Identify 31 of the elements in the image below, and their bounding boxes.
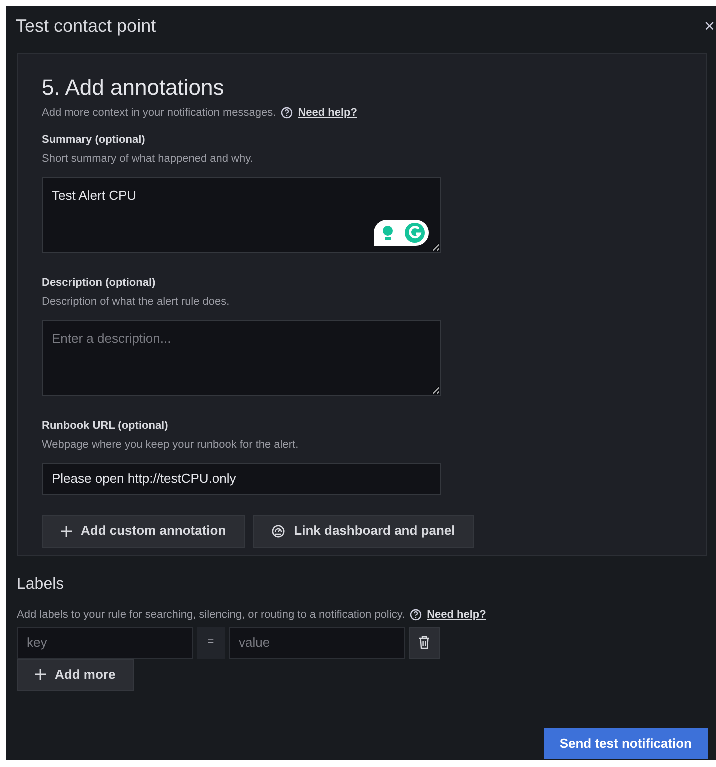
plus-icon <box>35 669 46 680</box>
send-test-notification-button[interactable]: Send test notification <box>544 728 708 759</box>
field-hint: Description of what the alert rule does. <box>42 295 231 310</box>
secondary-button[interactable]: Add custom annotation <box>42 514 246 548</box>
delete-button[interactable] <box>409 626 440 658</box>
section-hint: Add more context in your notification messages. <box>42 106 276 121</box>
gauge-icon <box>272 524 286 538</box>
text-area[interactable]: Enter a description... <box>42 320 441 396</box>
labels-hint: Add labels to your rule for searching, silencing, or routing to a notification policy. <box>17 608 406 623</box>
add-more-button[interactable]: Add more <box>17 658 134 690</box>
field-hint: Webpage where you keep your runbook for the alert. <box>42 438 300 453</box>
labels-heading: Labels <box>17 575 66 595</box>
help-icon <box>410 609 422 622</box>
key-field[interactable]: key <box>17 626 193 658</box>
secondary-button[interactable]: Link dashboard and panel <box>253 514 474 548</box>
operator-label: = <box>197 626 225 658</box>
help-link[interactable]: Need help? <box>427 607 486 624</box>
field-label: Runbook URL (optional) <box>42 418 170 434</box>
text-area[interactable]: Test Alert CPU <box>42 176 441 252</box>
field-hint: Short summary of what happened and why. <box>42 152 254 167</box>
section-heading: 5. Add annotations <box>42 74 226 102</box>
help-link[interactable]: Need help? <box>298 105 358 122</box>
field-label: Description (optional) <box>42 276 157 290</box>
value-field[interactable]: value <box>229 626 405 658</box>
input-field[interactable]: Please open http://testCPU.only <box>42 462 441 494</box>
plus-icon <box>61 526 72 536</box>
help-icon <box>281 107 294 120</box>
modal-title: Test contact point <box>16 14 156 38</box>
field-label: Summary (optional) <box>42 132 146 148</box>
close-button[interactable]: × <box>704 17 716 35</box>
trash-icon <box>419 636 430 649</box>
